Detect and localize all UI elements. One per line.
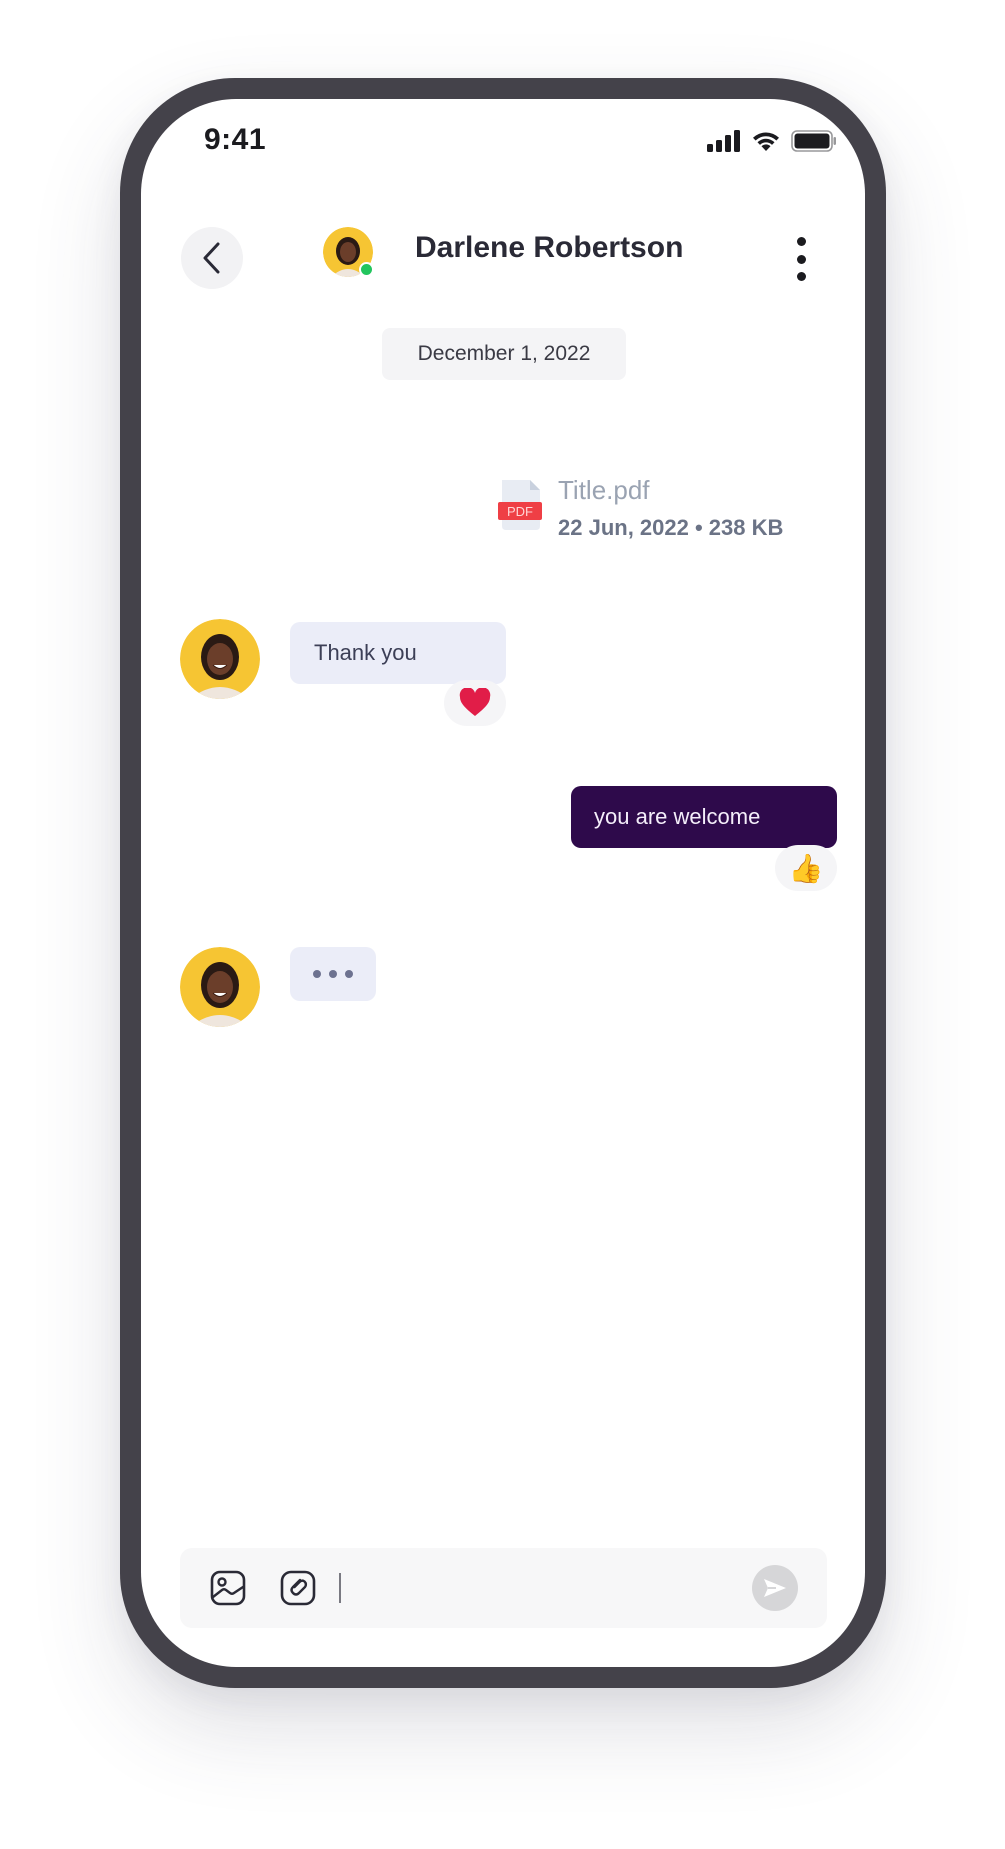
file-name[interactable]: Title.pdf [558, 475, 650, 506]
thumbs-up-icon: 👍 [788, 851, 824, 885]
send-icon [764, 1579, 786, 1597]
text-cursor [339, 1573, 341, 1603]
contact-avatar[interactable] [180, 947, 260, 1027]
date-separator: December 1, 2022 [382, 328, 626, 380]
message-composer [180, 1548, 827, 1628]
status-icons [707, 129, 837, 153]
phone-frame: 9:41 Darlene Robertson December 1, 2022 … [120, 78, 886, 1688]
message-text: you are welcome [594, 804, 761, 829]
chevron-left-icon [203, 242, 220, 274]
online-status-dot [359, 262, 374, 277]
contact-avatar[interactable] [180, 619, 260, 699]
more-vertical-icon [796, 237, 806, 246]
contact-name[interactable]: Darlene Robertson [415, 231, 683, 265]
reaction-badge[interactable]: 👍 [775, 845, 837, 891]
wifi-icon [753, 132, 779, 151]
message-text: Thank you [314, 640, 417, 665]
attachment-icon[interactable] [280, 1570, 316, 1606]
image-icon[interactable] [210, 1570, 246, 1606]
more-options-button[interactable] [789, 237, 813, 281]
status-time: 9:41 [204, 123, 267, 156]
typing-indicator [290, 947, 376, 1001]
send-button[interactable] [752, 1565, 798, 1611]
pdf-file-icon[interactable]: PDF [498, 480, 542, 530]
message-bubble-outgoing[interactable]: you are welcome [571, 786, 837, 848]
heart-icon [459, 688, 491, 716]
signal-icon [707, 130, 740, 152]
chat-screen: 9:41 Darlene Robertson December 1, 2022 … [141, 99, 865, 1667]
message-bubble-incoming[interactable]: Thank you [290, 622, 506, 684]
back-button[interactable] [181, 227, 243, 289]
pdf-badge: PDF [507, 504, 533, 519]
file-meta: 22 Jun, 2022 • 238 KB [558, 515, 784, 540]
battery-icon [791, 130, 836, 152]
reaction-badge[interactable] [444, 680, 506, 726]
message-input[interactable] [346, 1568, 730, 1610]
